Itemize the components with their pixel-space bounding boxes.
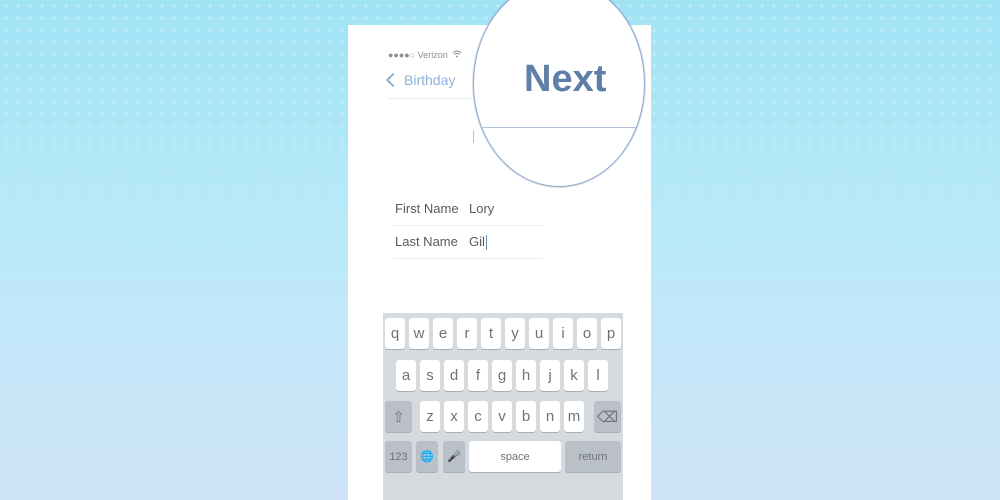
microphone-key[interactable]: 🎤: [443, 441, 465, 472]
key-w[interactable]: w: [409, 318, 429, 349]
numbers-key[interactable]: 123: [385, 441, 412, 472]
text-cursor: [473, 130, 474, 143]
keyboard: q w e r t y u i o p a s d f g h j k l ⇧ …: [383, 313, 623, 500]
space-key[interactable]: space: [469, 441, 561, 472]
text-caret: [485, 235, 487, 251]
key-j[interactable]: j: [540, 360, 560, 391]
status-bar: ●●●●○ Verizon: [388, 50, 462, 60]
key-r[interactable]: r: [457, 318, 477, 349]
globe-icon: 🌐: [420, 451, 434, 463]
globe-key[interactable]: 🌐: [416, 441, 438, 472]
key-t[interactable]: t: [481, 318, 501, 349]
back-label: Birthday: [404, 72, 456, 88]
shift-icon: ⇧: [392, 408, 405, 426]
delete-key[interactable]: ⌫: [594, 401, 621, 432]
key-x[interactable]: x: [444, 401, 464, 432]
key-d[interactable]: d: [444, 360, 464, 391]
key-l[interactable]: l: [588, 360, 608, 391]
microphone-icon: 🎤: [447, 451, 461, 463]
key-p[interactable]: p: [601, 318, 621, 349]
key-c[interactable]: c: [468, 401, 488, 432]
chevron-left-icon: [385, 72, 401, 88]
first-name-field[interactable]: Lory: [469, 201, 494, 216]
shift-key[interactable]: ⇧: [385, 401, 412, 432]
key-k[interactable]: k: [564, 360, 584, 391]
next-button[interactable]: Next: [524, 58, 606, 101]
last-name-field[interactable]: Gil: [469, 234, 487, 251]
magnified-divider: [474, 127, 644, 128]
key-a[interactable]: a: [396, 360, 416, 391]
key-f[interactable]: f: [468, 360, 488, 391]
first-name-row[interactable]: First Name Lory: [393, 193, 543, 226]
row-divider: [393, 258, 543, 259]
key-h[interactable]: h: [516, 360, 536, 391]
key-g[interactable]: g: [492, 360, 512, 391]
first-name-label: First Name: [395, 201, 459, 216]
last-name-row[interactable]: Last Name Gil: [393, 226, 543, 259]
key-e[interactable]: e: [433, 318, 453, 349]
key-v[interactable]: v: [492, 401, 512, 432]
back-button[interactable]: Birthday: [385, 72, 456, 88]
last-name-value: Gil: [469, 234, 485, 249]
return-key[interactable]: return: [565, 441, 621, 472]
key-s[interactable]: s: [420, 360, 440, 391]
key-b[interactable]: b: [516, 401, 536, 432]
last-name-label: Last Name: [395, 234, 458, 249]
key-z[interactable]: z: [420, 401, 440, 432]
delete-icon: ⌫: [596, 408, 619, 426]
key-q[interactable]: q: [385, 318, 405, 349]
key-i[interactable]: i: [553, 318, 573, 349]
key-m[interactable]: m: [564, 401, 584, 432]
name-form: First Name Lory Last Name Gil: [393, 193, 543, 259]
key-n[interactable]: n: [540, 401, 560, 432]
wifi-icon: [452, 50, 462, 60]
key-o[interactable]: o: [577, 318, 597, 349]
key-y[interactable]: y: [505, 318, 525, 349]
carrier-label: ●●●●○ Verizon: [388, 50, 448, 60]
key-u[interactable]: u: [529, 318, 549, 349]
magnified-cursor: [477, 121, 478, 139]
